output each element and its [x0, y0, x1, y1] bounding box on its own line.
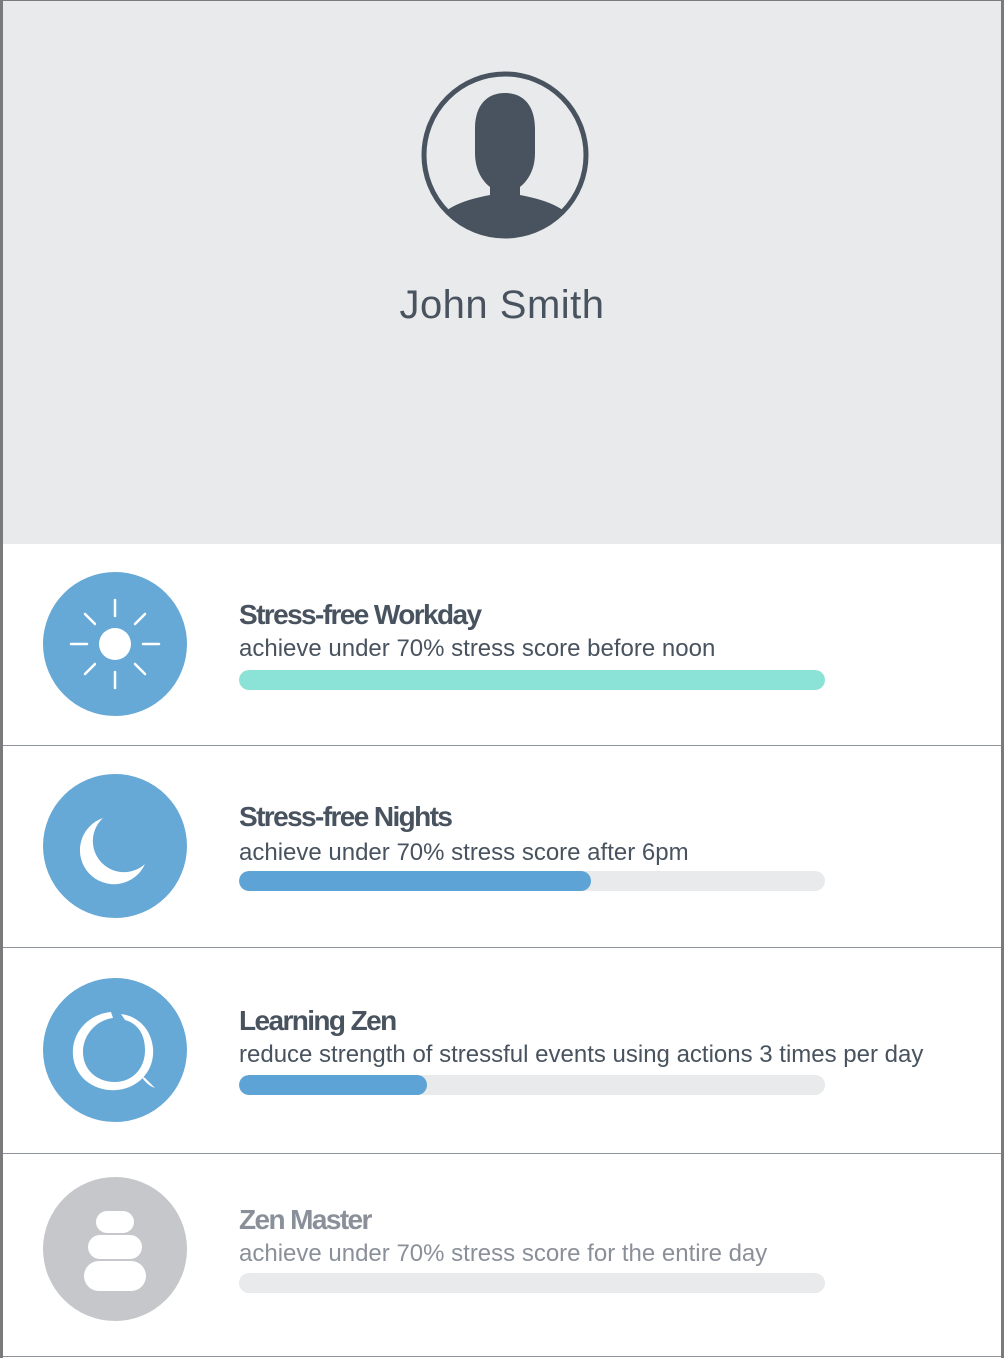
goal-progress-bar: [239, 1273, 825, 1293]
goal-title: Stress-free Nights: [239, 801, 453, 832]
goal-description: achieve under 70% stress score for the e…: [239, 1240, 768, 1267]
goal-description: achieve under 70% stress score after 6pm: [239, 839, 689, 866]
goal-description: reduce strength of stressful events usin…: [239, 1041, 924, 1068]
goal-item-zen-master[interactable]: Zen Master achieve under 70% stress scor…: [3, 1154, 1001, 1357]
user-silhouette-icon[interactable]: [419, 69, 591, 241]
enso-circle-icon: [43, 978, 187, 1122]
goal-title: Stress-free Workday: [239, 599, 482, 630]
goal-item-stress-free-nights[interactable]: Stress-free Nights achieve under 70% str…: [3, 746, 1001, 948]
user-name: John Smith: [399, 283, 605, 327]
goal-progress-fill: [239, 1075, 427, 1095]
goal-progress-fill: [239, 871, 591, 891]
goal-title: Learning Zen: [239, 1005, 397, 1036]
goals-screen: John Smith Stress-free Workday achieve u…: [0, 0, 1004, 1358]
goal-item-learning-zen[interactable]: Learning Zen reduce strength of stressfu…: [3, 948, 1001, 1154]
profile-header: John Smith: [3, 1, 1001, 544]
stacked-stones-icon: [43, 1177, 187, 1321]
goal-item-stress-free-workday[interactable]: Stress-free Workday achieve under 70% st…: [3, 544, 1001, 746]
goal-progress-bar: [239, 670, 825, 690]
sun-icon: [43, 572, 187, 716]
goal-progress-bar: [239, 1075, 825, 1095]
goal-description: achieve under 70% stress score before no…: [239, 635, 716, 662]
goal-progress-fill: [239, 670, 825, 690]
goal-progress-bar: [239, 871, 825, 891]
moon-icon: [43, 774, 187, 918]
goal-title: Zen Master: [239, 1204, 372, 1235]
